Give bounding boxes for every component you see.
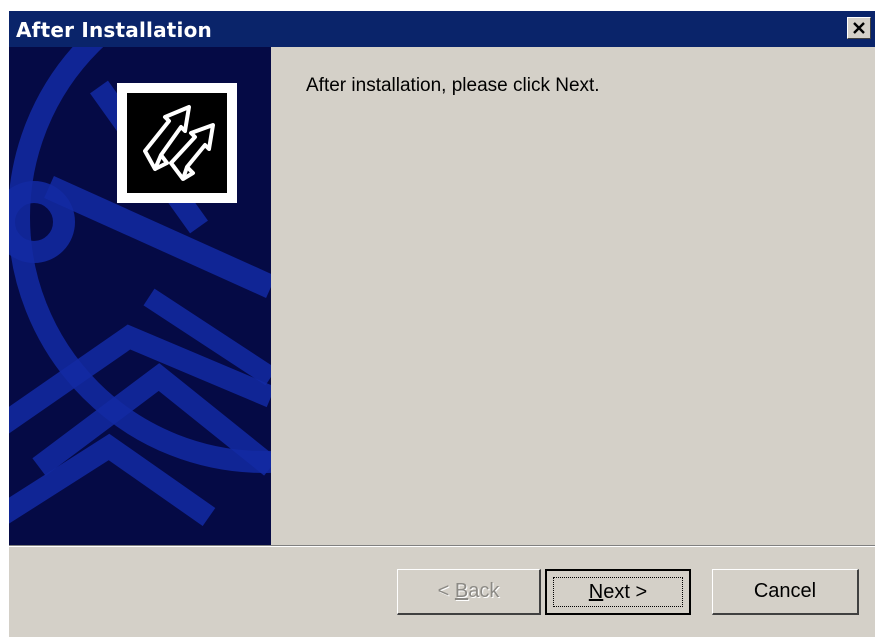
content-area: After installation, please click Next.	[271, 47, 875, 545]
button-separator	[9, 545, 875, 547]
back-button[interactable]: < Back	[397, 569, 541, 615]
installer-logo	[117, 83, 237, 203]
focus-rectangle	[553, 577, 683, 607]
close-button[interactable]	[847, 17, 871, 39]
install-arrows-logo-icon	[143, 105, 215, 181]
title-bar[interactable]: After Installation	[9, 11, 875, 47]
back-button-label: < Back	[437, 580, 500, 602]
cancel-button[interactable]: Cancel	[712, 569, 859, 615]
instruction-text: After installation, please click Next.	[306, 75, 600, 96]
window-title: After Installation	[16, 18, 212, 42]
next-button[interactable]: Next >	[545, 569, 691, 615]
close-icon	[853, 22, 865, 34]
wizard-side-banner	[9, 47, 271, 545]
installer-window: After Installation After installation, p…	[9, 11, 875, 637]
